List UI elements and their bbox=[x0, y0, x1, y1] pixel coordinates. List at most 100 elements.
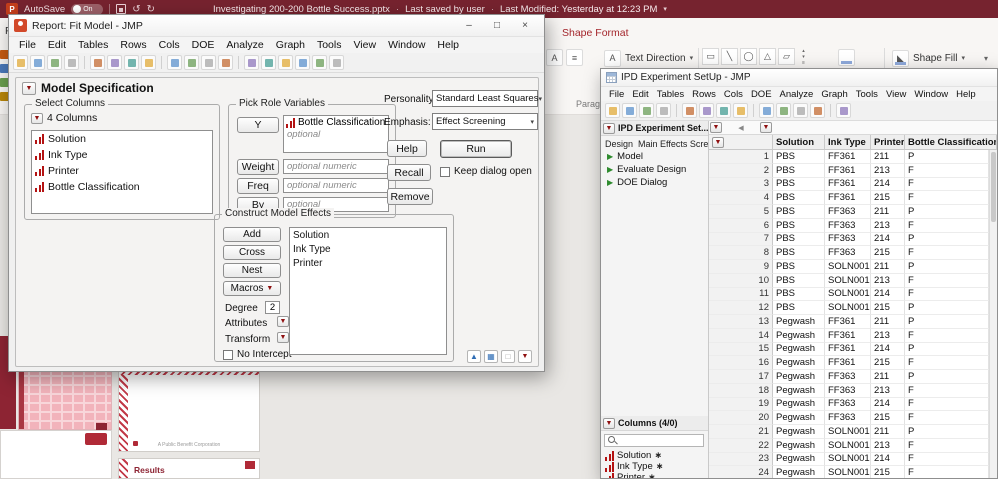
data-cell[interactable]: PBS bbox=[773, 301, 825, 315]
menu-graph[interactable]: Graph bbox=[817, 89, 851, 100]
line-shape-icon[interactable]: ╲ bbox=[721, 48, 738, 65]
data-cell[interactable]: FF363 bbox=[825, 205, 871, 219]
row-number-cell[interactable]: 11 bbox=[709, 287, 773, 302]
row-number-cell[interactable]: 9 bbox=[709, 260, 773, 274]
data-cell[interactable]: 211 bbox=[871, 150, 905, 164]
menu-doe[interactable]: DOE bbox=[747, 89, 776, 100]
data-cell[interactable]: Pegwash bbox=[773, 397, 825, 412]
toolbar-icon[interactable] bbox=[793, 103, 808, 118]
data-cell[interactable]: 214 bbox=[871, 397, 905, 412]
row-number-cell[interactable]: 17 bbox=[709, 370, 773, 384]
row-number-cell[interactable]: 24 bbox=[709, 466, 773, 478]
data-cell[interactable]: Pegwash bbox=[773, 452, 825, 467]
redo-icon[interactable]: ↻ bbox=[147, 4, 155, 15]
data-cell[interactable]: PBS bbox=[773, 163, 825, 178]
table-row[interactable]: 4 PBS FF361 215 F bbox=[709, 191, 989, 205]
toolbar-icon[interactable] bbox=[699, 103, 714, 118]
menu-help[interactable]: Help bbox=[431, 39, 465, 51]
table-row[interactable]: 3 PBS FF361 214 F bbox=[709, 177, 989, 192]
data-cell[interactable]: Pegwash bbox=[773, 425, 825, 439]
toolbar-icon[interactable] bbox=[278, 55, 293, 70]
data-cell[interactable]: Pegwash bbox=[773, 411, 825, 425]
freq-role-box[interactable]: optional numeric bbox=[283, 178, 389, 193]
data-cell[interactable]: Pegwash bbox=[773, 438, 825, 453]
data-cell[interactable]: F bbox=[905, 466, 989, 478]
row-number-cell[interactable]: 23 bbox=[709, 452, 773, 467]
row-number-cell[interactable]: 4 bbox=[709, 191, 773, 205]
weight-role-box[interactable]: optional numeric bbox=[283, 159, 389, 174]
row-number-cell[interactable]: 6 bbox=[709, 218, 773, 233]
table-row[interactable]: 20 Pegwash FF363 215 F bbox=[709, 411, 989, 425]
toolbar-icon[interactable] bbox=[124, 55, 139, 70]
checkbox-icon[interactable]: □ bbox=[501, 350, 515, 363]
row-number-cell[interactable]: 14 bbox=[709, 328, 773, 343]
table-row[interactable]: 22 Pegwash SOLN001 213 F bbox=[709, 438, 989, 453]
data-cell[interactable]: Pegwash bbox=[773, 370, 825, 384]
run-button[interactable]: Run bbox=[440, 140, 512, 158]
data-cell[interactable]: FF361 bbox=[825, 356, 871, 370]
row-number-cell[interactable]: 1 bbox=[709, 150, 773, 164]
data-cell[interactable]: 215 bbox=[871, 191, 905, 205]
toolbar-icon[interactable] bbox=[13, 55, 28, 70]
red-triangle-icon[interactable]: ▼ bbox=[759, 122, 772, 133]
autosave-toggle[interactable]: On bbox=[71, 3, 104, 15]
data-cell[interactable]: F bbox=[905, 397, 989, 412]
menu-window[interactable]: Window bbox=[910, 89, 952, 100]
rectangle-shape-icon[interactable]: ▭ bbox=[702, 48, 719, 65]
data-cell[interactable]: FF363 bbox=[825, 232, 871, 247]
column-item[interactable]: Solution ∗ bbox=[601, 450, 708, 461]
table-row[interactable]: 6 PBS FF363 213 F bbox=[709, 218, 989, 233]
nest-button[interactable]: Nest bbox=[223, 263, 281, 278]
data-cell[interactable]: PBS bbox=[773, 205, 825, 219]
parallelogram-shape-icon[interactable]: ▱ bbox=[778, 48, 795, 65]
keep-dialog-checkbox-row[interactable]: Keep dialog open bbox=[440, 166, 532, 177]
menu-file[interactable]: File bbox=[605, 89, 628, 100]
toolbar-icon[interactable] bbox=[716, 103, 731, 118]
data-cell[interactable]: P bbox=[905, 260, 989, 274]
data-cell[interactable]: 214 bbox=[871, 177, 905, 192]
column-item[interactable]: Printer bbox=[32, 163, 212, 179]
table-row[interactable]: 1 PBS FF361 211 P bbox=[709, 150, 989, 164]
data-cell[interactable]: P bbox=[905, 425, 989, 439]
table-row[interactable]: 9 PBS SOLN001 211 P bbox=[709, 260, 989, 274]
red-triangle-icon[interactable]: ▼ bbox=[518, 350, 532, 363]
data-cell[interactable]: FF363 bbox=[825, 411, 871, 425]
column-header[interactable]: Printer bbox=[871, 135, 905, 149]
data-cell[interactable]: Pegwash bbox=[773, 328, 825, 343]
data-cell[interactable]: 215 bbox=[871, 466, 905, 478]
table-row[interactable]: 7 PBS FF363 214 P bbox=[709, 232, 989, 247]
data-cell[interactable]: Pegwash bbox=[773, 466, 825, 478]
menu-window[interactable]: Window bbox=[382, 39, 431, 51]
data-cell[interactable]: F bbox=[905, 177, 989, 192]
data-cell[interactable]: 215 bbox=[871, 246, 905, 260]
minimize-button[interactable]: – bbox=[455, 16, 483, 36]
slide-thumbnail-results[interactable]: Results bbox=[118, 458, 260, 479]
data-cell[interactable]: SOLN001 bbox=[825, 452, 871, 467]
data-cell[interactable]: FF361 bbox=[825, 328, 871, 343]
collapse-panel-icon[interactable]: ◀ bbox=[738, 124, 743, 132]
row-number-cell[interactable]: 18 bbox=[709, 383, 773, 398]
toolbar-icon[interactable] bbox=[295, 55, 310, 70]
attributes-menu-icon[interactable]: ▼ bbox=[277, 316, 289, 327]
toolbar-icon[interactable] bbox=[836, 103, 851, 118]
red-triangle-icon[interactable]: ▼ bbox=[22, 81, 36, 95]
fit-model-titlebar[interactable]: Report: Fit Model - JMP – □ × bbox=[9, 15, 544, 37]
shape-fill-group[interactable]: ◣ Shape Fill ▾ bbox=[892, 49, 965, 67]
undo-icon[interactable]: ↺ bbox=[132, 4, 140, 15]
data-cell[interactable]: SOLN001 bbox=[825, 425, 871, 439]
data-cell[interactable]: 213 bbox=[871, 163, 905, 178]
cross-button[interactable]: Cross bbox=[223, 245, 281, 260]
data-cell[interactable]: 214 bbox=[871, 452, 905, 467]
tab-shape-format[interactable]: Shape Format bbox=[562, 27, 629, 39]
column-header[interactable]: Solution bbox=[773, 135, 825, 149]
table-row[interactable]: 24 Pegwash SOLN001 215 F bbox=[709, 466, 989, 478]
data-cell[interactable]: SOLN001 bbox=[825, 273, 871, 288]
scroll-up-icon[interactable]: ▲ bbox=[467, 350, 481, 363]
data-table-body[interactable]: 1 PBS FF361 211 P 2 PBS FF361 213 F 3 PBS FF361 214 F 4… bbox=[709, 150, 989, 478]
table-row[interactable]: 5 PBS FF363 211 P bbox=[709, 205, 989, 219]
y-role-item[interactable]: Bottle Classification bbox=[284, 116, 388, 129]
table-row[interactable]: 12 PBS SOLN001 215 P bbox=[709, 301, 989, 315]
menu-help[interactable]: Help bbox=[952, 89, 980, 100]
menu-view[interactable]: View bbox=[882, 89, 910, 100]
toolbar-icon[interactable] bbox=[312, 55, 327, 70]
